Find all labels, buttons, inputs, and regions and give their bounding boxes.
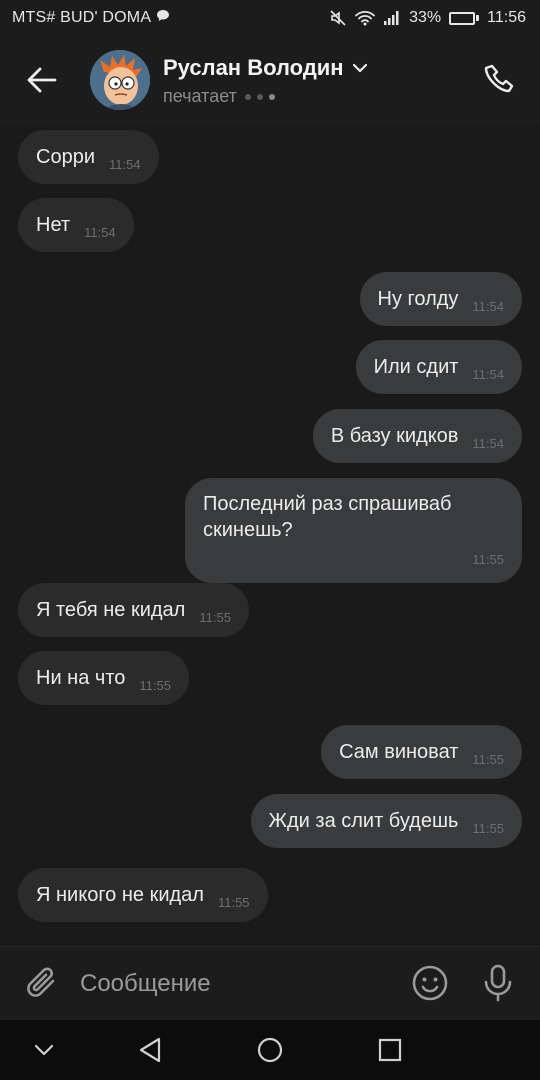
- message-text: Сам виноват: [339, 741, 459, 763]
- message-bubble-incoming[interactable]: Нет 11:54: [18, 198, 134, 252]
- message-list[interactable]: Сорри 11:54 Нет 11:54 Ну голду 11:54 Или…: [0, 124, 540, 946]
- emoji-icon: [412, 965, 448, 1001]
- voice-message-button[interactable]: [476, 961, 520, 1005]
- back-arrow-icon: [27, 67, 57, 93]
- chat-header: Руслан Володин печатает: [0, 36, 540, 124]
- system-nav-bar: [0, 1020, 540, 1080]
- signal-icon: [383, 10, 401, 26]
- message-bubble-outgoing[interactable]: Или сдит 11:54: [355, 340, 522, 394]
- message-bubble-outgoing[interactable]: Сам виноват 11:55: [321, 725, 522, 779]
- microphone-icon: [484, 964, 512, 1002]
- nav-recents-button[interactable]: [368, 1028, 412, 1072]
- message-text: Нет: [36, 214, 71, 236]
- chat-notification-icon: [156, 9, 170, 27]
- message-time: 11:54: [472, 367, 504, 382]
- message-text: Жди за слит будешь: [268, 810, 459, 832]
- message-bubble-incoming[interactable]: Я никого не кидал 11:55: [18, 868, 268, 922]
- attach-button[interactable]: [20, 961, 64, 1005]
- nav-back-icon: [139, 1037, 161, 1063]
- message-text: Сорри: [36, 146, 95, 168]
- status-right: 33% 11:56: [329, 9, 526, 27]
- message-text: Последний раз спрашиваб скинешь?: [203, 493, 452, 541]
- carrier-label: MTS# BUD' DOMA: [12, 9, 152, 26]
- back-button[interactable]: [20, 58, 64, 102]
- mute-icon: [329, 9, 347, 27]
- message-time: 11:54: [472, 436, 504, 451]
- contact-name: Руслан Володин: [163, 55, 344, 80]
- message-text: Я никого не кидал: [36, 884, 204, 906]
- message-bubble-outgoing[interactable]: Ну голду 11:54: [359, 272, 522, 326]
- emoji-button[interactable]: [408, 961, 452, 1005]
- message-time: 11:55: [217, 895, 250, 910]
- message-bubble-outgoing[interactable]: В базу кидков 11:54: [312, 409, 522, 463]
- typing-label: печатает: [163, 86, 237, 106]
- message-composer: [0, 946, 540, 1020]
- message-time: 11:55: [472, 552, 504, 567]
- nav-hide-button[interactable]: [22, 1028, 66, 1072]
- message-text: Или сдит: [373, 356, 459, 378]
- message-time: 11:54: [472, 299, 504, 314]
- paperclip-icon: [27, 967, 55, 997]
- battery-percent: 33%: [409, 9, 442, 26]
- nav-home-button[interactable]: [248, 1028, 292, 1072]
- nav-home-icon: [257, 1037, 283, 1063]
- message-bubble-outgoing[interactable]: Последний раз спрашиваб скинешь? 11:55: [185, 478, 522, 583]
- avatar[interactable]: [90, 50, 150, 110]
- message-bubble-incoming[interactable]: Ни на что 11:55: [18, 651, 189, 705]
- message-bubble-outgoing[interactable]: Жди за слит будешь 11:55: [250, 794, 522, 848]
- message-text: Я тебя не кидал: [36, 599, 186, 621]
- nav-recents-icon: [378, 1038, 402, 1062]
- message-time: 11:54: [108, 157, 141, 172]
- message-time: 11:55: [199, 610, 231, 625]
- message-text: Ни на что: [36, 667, 126, 689]
- message-input[interactable]: [80, 961, 390, 1007]
- nav-back-button[interactable]: [128, 1028, 172, 1072]
- contact-status: печатает: [163, 86, 275, 107]
- status-bar: MTS# BUD' DOMA 33% 11:56: [0, 0, 540, 36]
- message-time: 11:55: [139, 678, 171, 693]
- message-bubble-incoming[interactable]: Сорри 11:54: [18, 130, 159, 184]
- clock: 11:56: [487, 9, 526, 26]
- chevron-down-icon: [352, 63, 367, 73]
- call-button[interactable]: [478, 58, 522, 102]
- message-bubble-incoming[interactable]: Я тебя не кидал 11:55: [18, 583, 249, 637]
- wifi-icon: [355, 10, 376, 26]
- message-text: Ну голду: [377, 288, 459, 310]
- status-left: MTS# BUD' DOMA: [12, 9, 170, 27]
- message-text: В базу кидков: [330, 425, 459, 447]
- battery-icon: [449, 11, 480, 25]
- message-time: 11:55: [472, 752, 504, 767]
- contact-name-row[interactable]: Руслан Володин: [163, 55, 368, 81]
- message-time: 11:55: [472, 821, 504, 836]
- phone-icon: [484, 64, 514, 93]
- typing-dots-icon: [244, 93, 275, 100]
- message-time: 11:54: [84, 225, 116, 240]
- nav-down-chevron-icon: [34, 1044, 54, 1056]
